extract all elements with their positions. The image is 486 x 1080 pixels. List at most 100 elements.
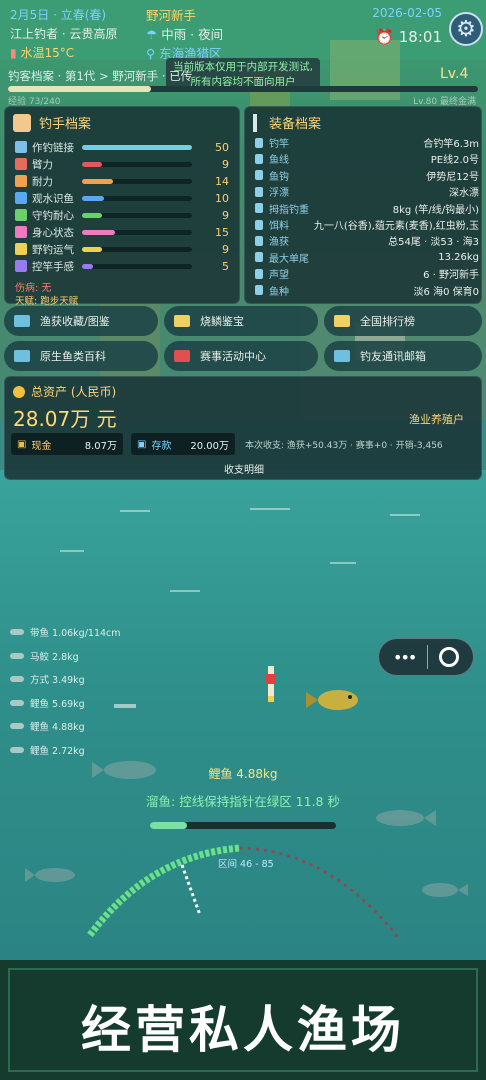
- catch-list-item: 马鲛 2.8kg: [10, 649, 79, 663]
- equipment-row: 钓竿 合钓竿6.3m: [255, 135, 479, 150]
- equipment-row: 鱼线 PE线2.0号: [255, 151, 479, 166]
- stat-label: 控竿手感: [32, 260, 74, 273]
- angler-profile-panel[interactable]: 钓手档案 作钓链接 50 臂力 9 耐力 14 观水识鱼 10 守钓耐心 9 身心状态 15 野钓运气 9…: [4, 106, 240, 307]
- pill-divider: [427, 645, 428, 669]
- catch-text: 带鱼 1.06kg/114cm: [30, 628, 121, 639]
- equipment-label: 声望: [269, 270, 289, 282]
- banner-text: 经营私人渔场: [81, 1000, 405, 1059]
- alarm-time: 18:01: [398, 28, 442, 46]
- action-button[interactable]: 烧鳞鉴宝: [164, 306, 318, 336]
- total-assets: 28.07万 元: [13, 407, 117, 431]
- catch-icon: [255, 235, 263, 246]
- action-button[interactable]: 赛事活动中心: [164, 341, 318, 371]
- equipment-row: 声望 6 · 野河新手: [255, 266, 479, 281]
- eye-icon: [15, 192, 27, 204]
- weather-label: 中雨 · 夜间: [161, 27, 224, 42]
- hooked-carp: [306, 690, 358, 710]
- action-label: 烧鳞鉴宝: [200, 315, 244, 328]
- header-right: 2026-02-05 ⏰ 18:01: [372, 6, 442, 46]
- rod-icon: [15, 141, 27, 153]
- collapse-details-button[interactable]: 收支明细: [5, 461, 483, 476]
- equipment-value: 淡6 海0 保育0: [413, 286, 479, 298]
- luck-icon: [15, 243, 27, 255]
- action-label: 原生鱼类百科: [40, 350, 106, 363]
- stat-value: 9: [222, 208, 229, 222]
- stat-track: [82, 263, 192, 269]
- breadcrumb[interactable]: 钓客档案 · 第1代 > 野河新手 · 已传: [8, 68, 192, 84]
- stat-value: 15: [215, 225, 229, 239]
- action-label: 全国排行榜: [360, 315, 415, 328]
- stat-track: [82, 212, 192, 218]
- rod-icon: [253, 113, 257, 132]
- equipment-row: 拇指钓重 8kg (竿/线/钩最小): [255, 201, 479, 216]
- equipment-row: 鱼钩 伊势尼12号: [255, 168, 479, 183]
- hook-icon: [255, 170, 263, 181]
- equipment-label: 鱼线: [269, 155, 289, 167]
- stat-track: [82, 161, 192, 167]
- coin-icon: [13, 385, 25, 398]
- action-button[interactable]: 原生鱼类百科: [4, 341, 158, 371]
- stat-row: 身心状态 15: [15, 224, 237, 240]
- stat-fill: [82, 195, 104, 201]
- stat-label: 守钓耐心: [32, 209, 74, 222]
- assets-title: 总资产 (人民币): [31, 385, 117, 399]
- equipment-row: 最大单尾 13.26kg: [255, 250, 479, 265]
- catch-list-item: 带鱼 1.06kg/114cm: [10, 625, 121, 639]
- target-icon[interactable]: [439, 647, 459, 667]
- action-button[interactable]: 全国排行榜: [324, 306, 482, 336]
- heart-icon: [15, 226, 27, 238]
- ailment-text: 伤病: 无: [15, 283, 52, 294]
- catch-list-item: 鲤鱼 4.88kg: [10, 719, 85, 733]
- stat-value: 9: [222, 157, 229, 171]
- fish-icon: [10, 652, 24, 659]
- fish-icon: [10, 747, 24, 753]
- species-icon: [255, 285, 263, 296]
- menu-pill[interactable]: •••: [378, 638, 474, 676]
- avatar: [13, 113, 31, 132]
- deposit-label: 存款: [151, 440, 172, 452]
- promo-banner: 经营私人渔场: [0, 960, 486, 1080]
- settings-button[interactable]: ⚙: [449, 12, 483, 46]
- weight-icon: [255, 203, 263, 214]
- alarm-icon: ⏰: [375, 28, 394, 46]
- stat-fill: [82, 161, 102, 167]
- more-icon[interactable]: •••: [393, 648, 417, 667]
- equipment-label: 钓竿: [269, 139, 289, 150]
- water-temp: 水温15°C: [20, 46, 75, 60]
- deposit-value: 20.00万: [190, 440, 229, 452]
- stamina-icon: [15, 175, 27, 187]
- stat-value: 9: [222, 242, 229, 256]
- header-left: 2月5日 · 立春(春) 江上钓者 · 云贵高原 ▮ 水温15°C: [10, 6, 117, 63]
- action-button[interactable]: 钓友通讯邮箱: [324, 341, 482, 371]
- stat-fill: [82, 178, 113, 184]
- stat-row: 臂力 9: [15, 156, 237, 172]
- stat-row: 观水识鱼 10: [15, 190, 237, 206]
- equipment-label: 浮漂: [269, 188, 289, 200]
- equipment-label: 拇指钓重: [269, 204, 309, 216]
- cash-value: 8.07万: [84, 440, 117, 452]
- thermometer-icon: ▮: [10, 46, 17, 60]
- equipment-label: 渔获: [269, 237, 289, 249]
- rod-icon: [255, 137, 263, 148]
- stat-row: 野钓运气 9: [15, 241, 237, 257]
- stat-track: [82, 195, 192, 201]
- equipment-value: 13.26kg: [438, 251, 479, 263]
- equipment-value: 伊势尼12号: [426, 171, 479, 183]
- fish-icon: [10, 699, 24, 706]
- stat-row: 控竿手感 5: [15, 258, 237, 274]
- catch-text: 鲤鱼 2.72kg: [30, 746, 85, 757]
- action-button[interactable]: 渔获收藏/图鉴: [4, 306, 158, 336]
- stat-track: [82, 178, 192, 184]
- catch-text: 马鲛 2.8kg: [30, 651, 79, 663]
- cup-icon: [174, 350, 190, 362]
- arm-icon: [15, 158, 27, 170]
- stat-value: 10: [215, 191, 229, 205]
- location-pin-icon: ⚲: [146, 46, 156, 61]
- location-label: 江上钓者 · 云贵高原: [10, 27, 118, 41]
- fight-hint: 溜鱼: 控线保持指针在绿区 11.8 秒: [146, 794, 340, 809]
- fish-farm-link[interactable]: 渔业养殖户: [409, 411, 464, 427]
- stat-track: [82, 144, 192, 150]
- angler-panel-title: 钓手档案: [39, 117, 92, 132]
- equipment-panel[interactable]: 装备档案 钓竿 合钓竿6.3m 鱼线 PE线2.0号 鱼钩 伊势尼12号 浮漂 深水漂 拇指钓重…: [244, 106, 482, 304]
- talent-text: 天赋: 跑步天赋: [15, 296, 79, 307]
